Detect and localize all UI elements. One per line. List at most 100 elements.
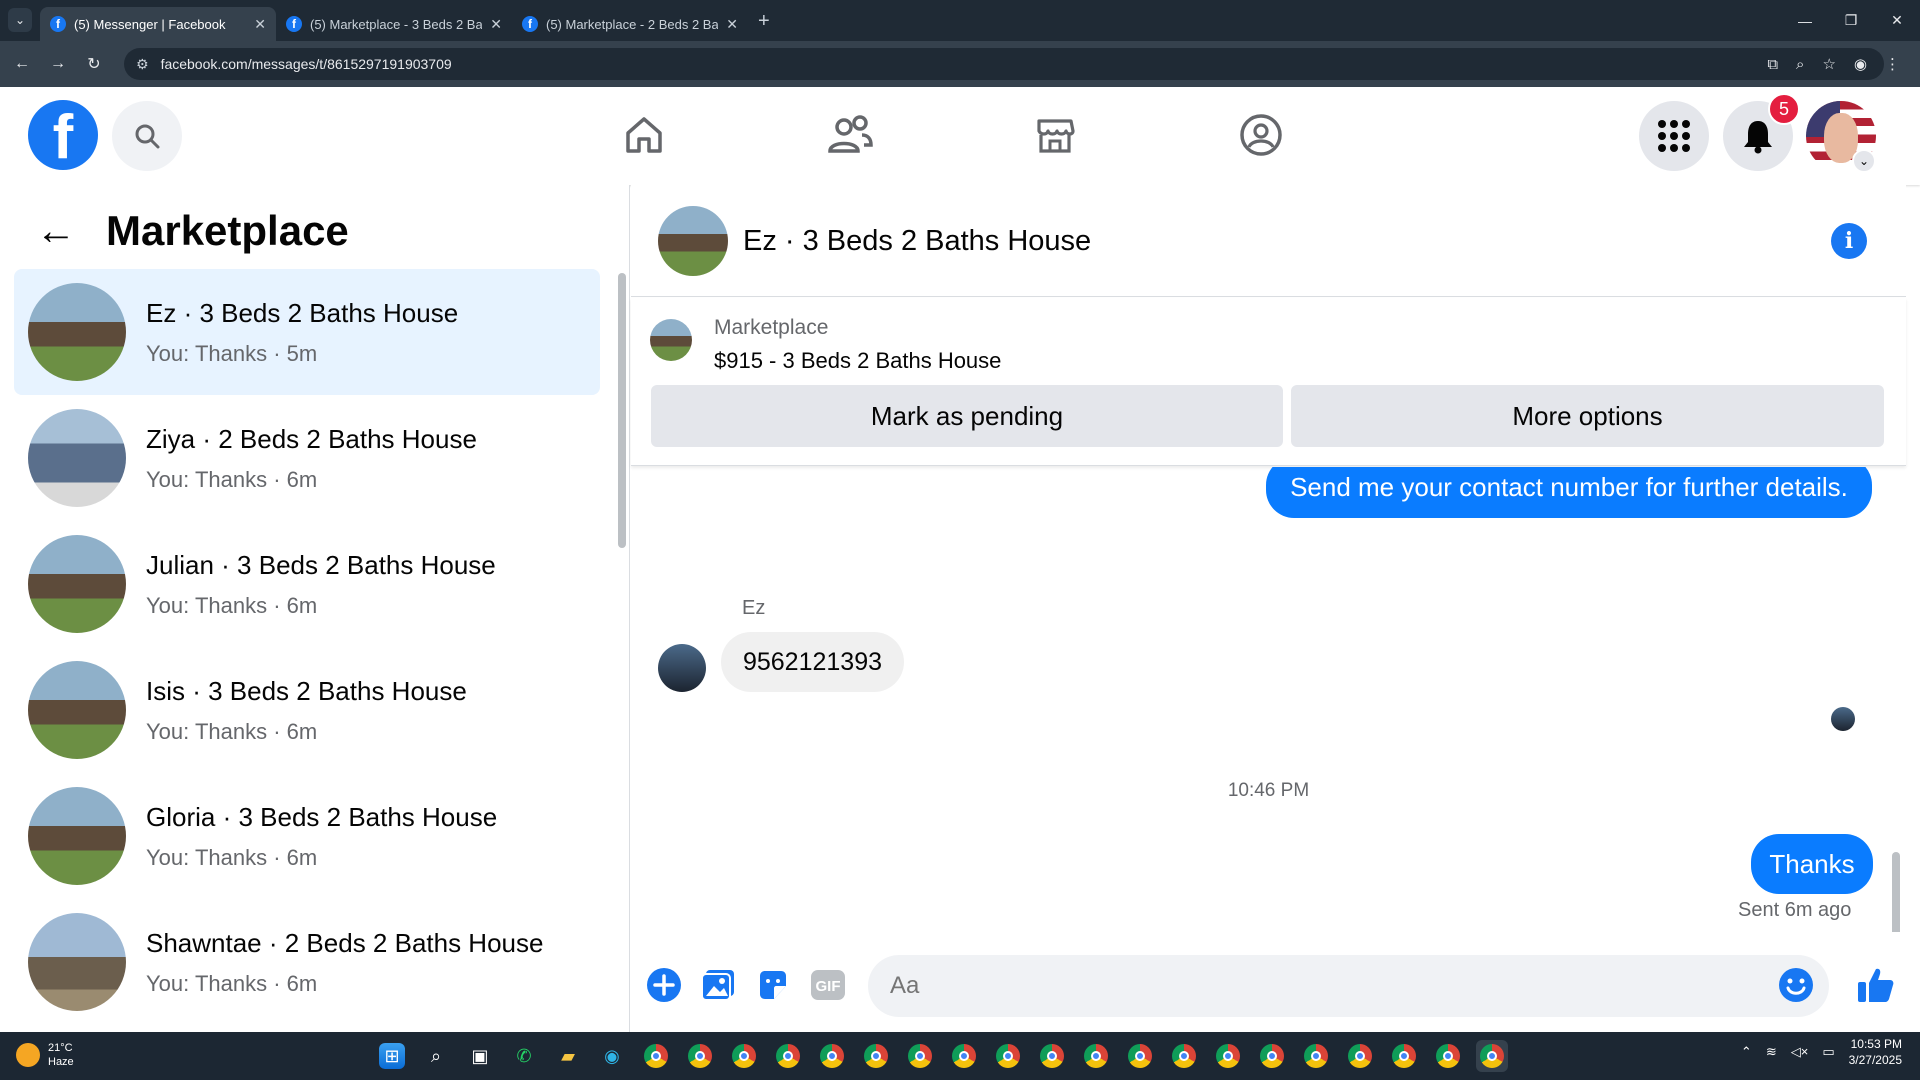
facebook-favicon-icon: f <box>286 16 302 32</box>
new-tab-button[interactable]: + <box>758 10 770 33</box>
marketplace-nav-button[interactable] <box>1023 103 1087 167</box>
browser-tab-marketplace-2bed[interactable]: f (5) Marketplace - 2 Beds 2 Bath ✕ <box>512 7 748 41</box>
chrome-active-icon[interactable] <box>1476 1040 1508 1072</box>
facebook-logo-icon[interactable]: f <box>28 100 98 170</box>
browser-menu-icon[interactable]: ⋮ <box>1885 55 1900 73</box>
listing-label: Marketplace <box>714 316 829 339</box>
chrome-profile-icon[interactable] <box>816 1040 848 1072</box>
conversation-item[interactable]: Isis · 3 Beds 2 Baths House You: Thanks … <box>14 647 600 773</box>
chrome-profile-icon[interactable] <box>1300 1040 1332 1072</box>
incoming-message[interactable]: 9562121393 <box>721 632 904 692</box>
chat-avatar[interactable] <box>658 206 728 276</box>
wifi-icon[interactable]: ≋ <box>1766 1044 1777 1060</box>
outgoing-message[interactable]: Thanks <box>1751 834 1873 894</box>
edge-icon[interactable]: ◉ <box>596 1040 628 1072</box>
file-explorer-icon[interactable]: ▰ <box>552 1040 584 1072</box>
close-window-icon[interactable]: ✕ <box>1874 0 1920 41</box>
close-tab-icon[interactable]: ✕ <box>490 16 502 33</box>
chrome-profile-icon[interactable] <box>772 1040 804 1072</box>
conversation-item[interactable]: Julian · 3 Beds 2 Baths House You: Thank… <box>14 521 600 647</box>
conversation-item[interactable]: Ziya · 2 Beds 2 Baths House You: Thanks … <box>14 395 600 521</box>
listing-thumbnail[interactable] <box>650 319 692 361</box>
listing-title[interactable]: $915 - 3 Beds 2 Baths House <box>714 348 1001 374</box>
windows-start-icon[interactable]: ⊞ <box>379 1043 405 1069</box>
install-app-icon[interactable]: ⧉ <box>1767 56 1778 73</box>
restore-icon[interactable]: ❐ <box>1828 0 1874 41</box>
conversation-sidebar: ← Marketplace Ez · 3 Beds 2 Baths House … <box>0 185 630 1032</box>
sticker-button[interactable] <box>753 965 793 1005</box>
chrome-profile-icon[interactable] <box>1388 1040 1420 1072</box>
site-info-icon[interactable]: ⚙ <box>136 56 149 73</box>
close-tab-icon[interactable]: ✕ <box>254 16 266 33</box>
message-input[interactable] <box>868 955 1829 1017</box>
browser-toolbar: ← → ↻ ⚙ facebook.com/messages/t/86152971… <box>0 41 1920 87</box>
browser-tab-messenger[interactable]: f (5) Messenger | Facebook ✕ <box>40 7 276 41</box>
chrome-icon[interactable] <box>640 1040 672 1072</box>
task-view-icon[interactable]: ▣ <box>464 1040 496 1072</box>
gif-button[interactable]: GIF <box>808 965 848 1005</box>
chrome-profile-icon[interactable] <box>1432 1040 1464 1072</box>
weather-widget[interactable]: 21°C Haze <box>16 1041 74 1069</box>
zoom-icon[interactable]: ⌕ <box>1796 56 1804 73</box>
more-actions-button[interactable] <box>644 965 684 1005</box>
tab-title: (5) Marketplace - 3 Beds 2 Bath <box>310 16 483 32</box>
chrome-profile-icon[interactable] <box>1344 1040 1376 1072</box>
close-tab-icon[interactable]: ✕ <box>726 16 738 33</box>
conversation-item[interactable]: Ez · 3 Beds 2 Baths House You: Thanks · … <box>14 269 600 395</box>
chrome-profile-icon[interactable] <box>904 1040 936 1072</box>
sidebar-scrollbar[interactable] <box>618 273 626 548</box>
forward-icon[interactable]: → <box>40 55 76 73</box>
more-options-button[interactable]: More options <box>1291 385 1884 447</box>
chrome-profile-icon[interactable] <box>1036 1040 1068 1072</box>
facebook-favicon-icon: f <box>50 16 66 32</box>
info-icon[interactable]: i <box>1831 223 1867 259</box>
message-status: Sent 6m ago <box>1738 899 1852 921</box>
clock-date: 3/27/2025 <box>1848 1053 1902 1067</box>
listing-thumbnail <box>28 283 126 381</box>
battery-icon[interactable]: ▭ <box>1822 1044 1834 1060</box>
conversation-item[interactable]: Gloria · 3 Beds 2 Baths House You: Thank… <box>14 773 600 899</box>
outgoing-message[interactable]: Send me your contact number for further … <box>1266 467 1872 518</box>
search-button[interactable] <box>112 101 182 171</box>
browser-tab-marketplace-3bed[interactable]: f (5) Marketplace - 3 Beds 2 Bath ✕ <box>276 7 512 41</box>
whatsapp-icon[interactable]: ✆ <box>508 1040 540 1072</box>
tray-overflow-icon[interactable]: ⌃ <box>1741 1044 1752 1060</box>
chrome-profile-icon[interactable] <box>684 1040 716 1072</box>
groups-nav-button[interactable] <box>1229 103 1293 167</box>
back-icon[interactable]: ← <box>4 55 40 73</box>
chrome-profile-icon[interactable] <box>1124 1040 1156 1072</box>
chrome-profile-icon[interactable] <box>728 1040 760 1072</box>
address-bar[interactable]: ⚙ facebook.com/messages/t/86152971919037… <box>124 48 1884 80</box>
account-caret-icon[interactable]: ⌄ <box>1852 149 1876 173</box>
minimize-icon[interactable]: — <box>1782 0 1828 41</box>
chrome-profile-icon[interactable] <box>948 1040 980 1072</box>
friends-nav-button[interactable] <box>818 103 882 167</box>
chat-title[interactable]: Ez · 3 Beds 2 Baths House <box>743 225 1091 258</box>
chrome-profile-icon[interactable] <box>992 1040 1024 1072</box>
sender-avatar[interactable] <box>658 644 706 692</box>
clock[interactable]: 10:53 PM 3/27/2025 <box>1849 1036 1902 1068</box>
chrome-profile-icon[interactable] <box>1168 1040 1200 1072</box>
tab-search-button[interactable]: ⌄ <box>8 8 32 32</box>
profile-icon[interactable]: ◉ <box>1854 55 1867 73</box>
emoji-button[interactable] <box>1776 965 1816 1005</box>
chrome-profile-icon[interactable] <box>1256 1040 1288 1072</box>
chrome-profile-icon[interactable] <box>860 1040 892 1072</box>
thread-scrollbar[interactable] <box>1892 852 1900 932</box>
send-like-button[interactable] <box>1856 965 1896 1005</box>
menu-button[interactable] <box>1639 101 1709 171</box>
back-arrow-icon[interactable]: ← <box>36 209 76 254</box>
attach-photo-button[interactable] <box>698 965 738 1005</box>
taskbar-search-icon[interactable]: ⌕ <box>420 1040 452 1072</box>
home-nav-button[interactable] <box>612 103 676 167</box>
volume-icon[interactable]: ◁× <box>1791 1044 1809 1060</box>
friends-icon <box>828 115 873 153</box>
reload-icon[interactable]: ↻ <box>76 54 112 74</box>
chrome-profile-icon[interactable] <box>1080 1040 1112 1072</box>
chrome-profile-icon[interactable] <box>1212 1040 1244 1072</box>
photo-icon <box>701 970 734 1001</box>
conversation-name: Ez · 3 Beds 2 Baths House <box>146 297 459 328</box>
bookmark-star-icon[interactable]: ☆ <box>1822 55 1835 73</box>
conversation-item[interactable]: Shawntae · 2 Beds 2 Baths House You: Tha… <box>14 899 600 1025</box>
mark-as-pending-button[interactable]: Mark as pending <box>651 385 1283 447</box>
